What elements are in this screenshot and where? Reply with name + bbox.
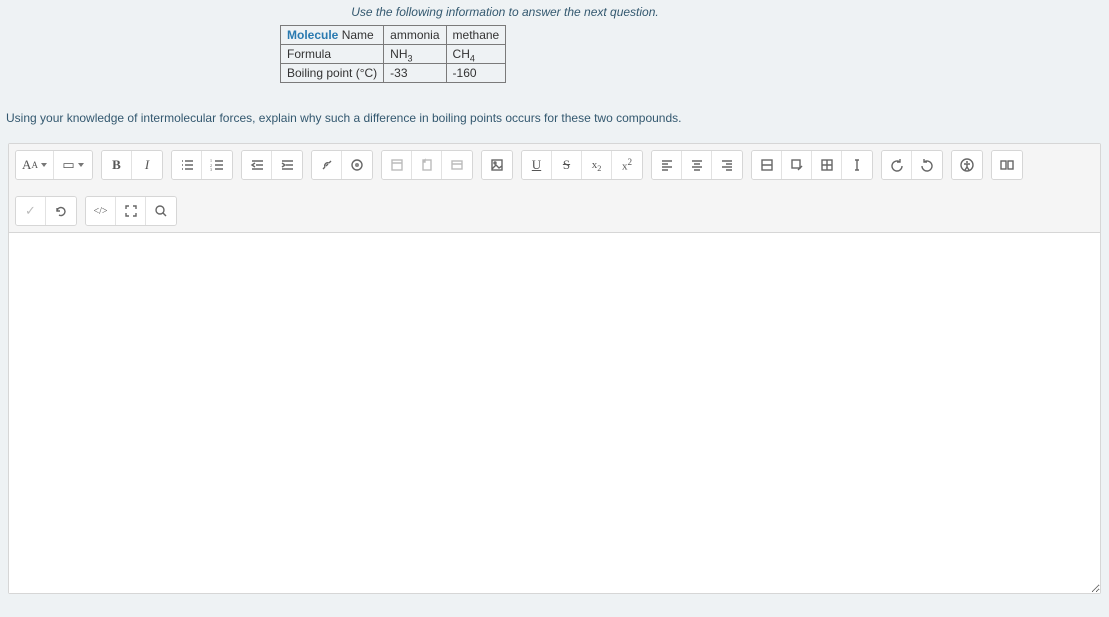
table-header-col2: methane	[446, 26, 506, 45]
align-right-button[interactable]	[712, 151, 742, 179]
insert-table-button[interactable]	[812, 151, 842, 179]
row-label: Boiling point (°C)	[281, 64, 384, 83]
bold-button[interactable]: B	[102, 151, 132, 179]
toolbar-group	[991, 150, 1023, 180]
font-size-dropdown[interactable]: ▭	[54, 151, 92, 179]
align-center-button[interactable]	[682, 151, 712, 179]
toolbar-group: BI	[101, 150, 163, 180]
text-cursor-button[interactable]	[842, 151, 872, 179]
question-caption: Use the following information to answer …	[155, 5, 855, 19]
toolbar-group	[881, 150, 943, 180]
indent-button[interactable]	[272, 151, 302, 179]
edit-table-button[interactable]	[782, 151, 812, 179]
toolbar-group	[751, 150, 873, 180]
link-button[interactable]	[312, 151, 342, 179]
accessibility-button[interactable]	[952, 151, 982, 179]
zoom-button[interactable]	[146, 197, 176, 225]
code-view-button[interactable]: </>	[86, 197, 116, 225]
row-col2: -160	[446, 64, 506, 83]
toolbar-group	[651, 150, 743, 180]
rich-text-editor: AA▭ BI USx2x2 ✓ </>	[8, 143, 1101, 594]
row-label: Formula	[281, 45, 384, 64]
toolbar-group	[481, 150, 513, 180]
refresh-button[interactable]	[46, 197, 76, 225]
toolbar-group: USx2x2	[521, 150, 643, 180]
row-col2: CH4	[446, 45, 506, 64]
align-left-button[interactable]	[652, 151, 682, 179]
question-prompt: Using your knowledge of intermolecular f…	[0, 111, 1109, 143]
editor-toolbar: AA▭ BI USx2x2 ✓ </>	[9, 144, 1100, 233]
toolbar-group	[311, 150, 373, 180]
table-header-col1: ammonia	[384, 26, 446, 45]
toolbar-group	[951, 150, 983, 180]
toolbar-group	[241, 150, 303, 180]
ordered-list-button[interactable]	[202, 151, 232, 179]
table-row: Boiling point (°C) -33 -160	[281, 64, 506, 83]
toolbar-group	[381, 150, 473, 180]
undo-button[interactable]	[882, 151, 912, 179]
strikethrough-button[interactable]: S	[552, 151, 582, 179]
insert-file-button[interactable]	[412, 151, 442, 179]
insert-table-row-button[interactable]	[752, 151, 782, 179]
answer-textarea[interactable]	[9, 233, 1100, 593]
toolbar-group: ✓	[15, 196, 77, 226]
html-block-button[interactable]	[992, 151, 1022, 179]
toolbar-group	[171, 150, 233, 180]
insert-attachment-button[interactable]	[442, 151, 472, 179]
italic-button[interactable]: I	[132, 151, 162, 179]
record-button[interactable]	[342, 151, 372, 179]
insert-image-button[interactable]	[482, 151, 512, 179]
info-table: Molecule Name ammonia methane Formula NH…	[280, 25, 506, 83]
superscript-button[interactable]: x2	[612, 151, 642, 179]
row-col1: NH3	[384, 45, 446, 64]
underline-button[interactable]: U	[522, 151, 552, 179]
spellcheck-button[interactable]: ✓	[16, 197, 46, 225]
row-col1: -33	[384, 64, 446, 83]
toolbar-group: AA▭	[15, 150, 93, 180]
table-row: Formula NH3 CH4	[281, 45, 506, 64]
outdent-button[interactable]	[242, 151, 272, 179]
toolbar-group: </>	[85, 196, 177, 226]
fullscreen-button[interactable]	[116, 197, 146, 225]
subscript-button[interactable]: x2	[582, 151, 612, 179]
embed-content-button[interactable]	[382, 151, 412, 179]
font-family-dropdown[interactable]: AA	[16, 151, 54, 179]
unordered-list-button[interactable]	[172, 151, 202, 179]
redo-button[interactable]	[912, 151, 942, 179]
table-header-label: Molecule Name	[281, 26, 384, 45]
